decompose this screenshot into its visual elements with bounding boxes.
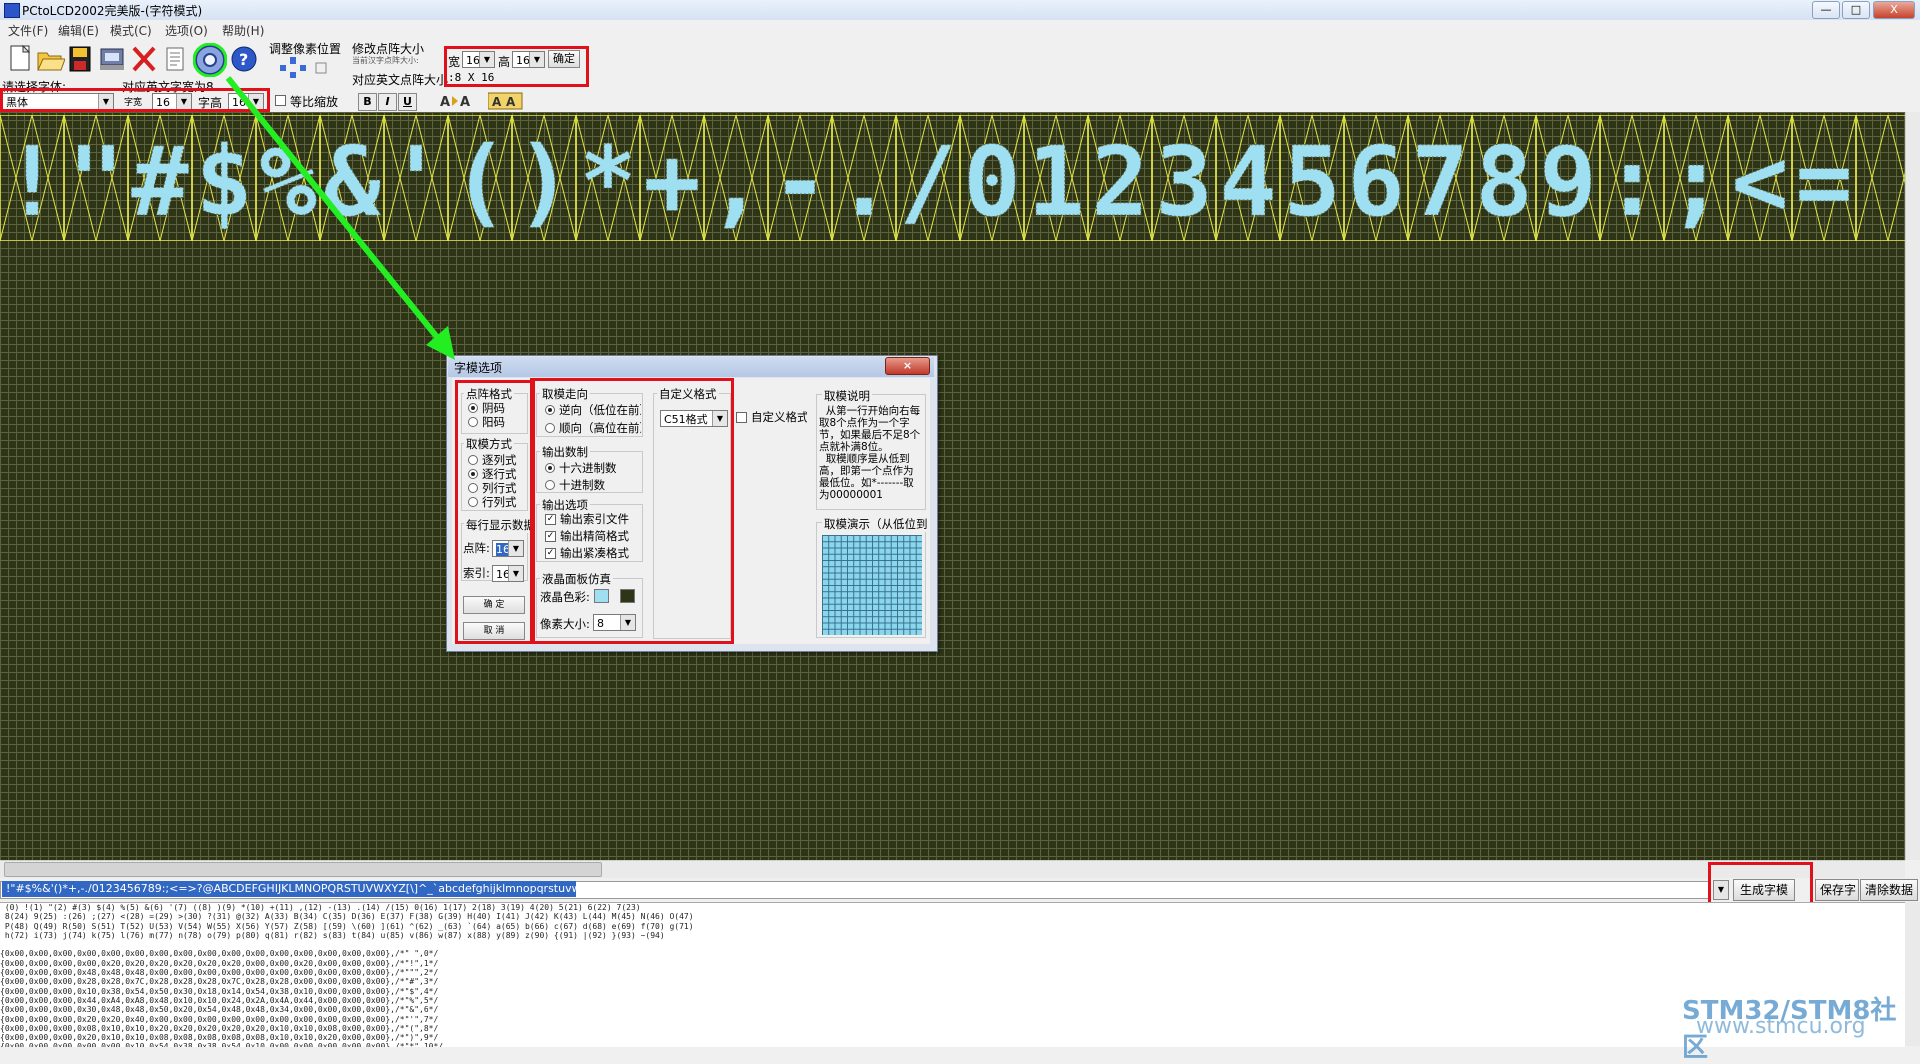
list-icon[interactable] <box>160 42 192 76</box>
preview-char: 1 <box>1027 126 1085 238</box>
underline-button[interactable]: U <box>398 93 417 111</box>
title-bar <box>0 0 1920 21</box>
menu-mode[interactable]: 模式(C) <box>110 22 152 39</box>
watermark-url: www.stmcu.org <box>1696 1014 1866 1039</box>
minimize-button[interactable]: — <box>1812 1 1840 19</box>
help-icon[interactable]: ? <box>228 42 260 76</box>
save-icon[interactable] <box>64 42 96 76</box>
highlight-dialog-left <box>455 380 535 644</box>
export-icon[interactable] <box>96 42 128 76</box>
preview-char: ( <box>451 126 509 238</box>
explanation-text: 从第一行开始向右每取8个点作为一个字节，如果最后不足8个点就补满8位。 取模顺序… <box>819 405 921 501</box>
highlight-font-box <box>0 88 270 112</box>
preview-char: ) <box>515 126 573 238</box>
save-font-button[interactable]: 保存字模 <box>1815 879 1859 901</box>
preview-char: ' <box>387 126 445 238</box>
dialog-title-bar <box>448 357 934 377</box>
svg-text:A: A <box>460 95 470 110</box>
svg-text:A: A <box>440 95 450 110</box>
explanation-title: 取模说明 <box>822 388 872 404</box>
preview-char: . <box>835 126 893 238</box>
adjust-pixel-arrows[interactable] <box>276 57 336 79</box>
menu-bar <box>0 20 1920 39</box>
open-icon[interactable] <box>34 42 66 76</box>
preview-char: 0 <box>963 126 1021 238</box>
preview-char: 3 <box>1155 126 1213 238</box>
preview-char: 4 <box>1219 126 1277 238</box>
custom-format-checkbox[interactable] <box>736 412 747 423</box>
app-icon <box>4 3 20 18</box>
preview-char: / <box>899 126 957 238</box>
clear-data-button[interactable]: 清除数据 <box>1860 879 1918 901</box>
preview-char: + <box>643 126 701 238</box>
bold-button[interactable]: B <box>358 93 377 111</box>
delete-icon[interactable] <box>128 42 160 76</box>
svg-text:A: A <box>492 95 502 109</box>
preview-char: * <box>579 126 637 238</box>
close-button[interactable]: X <box>1873 1 1915 19</box>
window-title: PCtoLCD2002完美版-(字符模式) <box>22 4 203 18</box>
preview-char: - <box>771 126 829 238</box>
horizontal-scrollbar-thumb[interactable] <box>4 862 602 877</box>
preview-char: " <box>67 126 125 238</box>
maximize-button[interactable]: □ <box>1842 1 1870 19</box>
preview-char: 7 <box>1411 126 1469 238</box>
modify-size-hint: 当前汉字点阵大小: <box>352 56 419 65</box>
rotate-icon[interactable]: AA <box>440 92 480 110</box>
preview-char: 9 <box>1539 126 1597 238</box>
menu-edit[interactable]: 编辑(E) <box>58 22 99 39</box>
svg-text:A: A <box>506 95 516 109</box>
char-input-text[interactable]: !"#$%&'()*+,-./0123456789:;<=>?@ABCDEFGH… <box>2 881 576 897</box>
demo-title: 取模演示（从低位到高位） <box>822 516 928 532</box>
preview-char: ! <box>3 126 61 238</box>
preview-char: = <box>1795 126 1853 238</box>
preview-char: # <box>131 126 189 238</box>
preview-char: 8 <box>1475 126 1533 238</box>
preview-char: & <box>323 126 381 238</box>
vertical-scrollbar[interactable] <box>1905 112 1920 860</box>
char-cell[interactable] <box>1855 115 1905 241</box>
custom-format-checkbox-label: 自定义格式 <box>751 410 807 424</box>
menu-file[interactable]: 文件(F) <box>8 22 48 39</box>
new-icon[interactable] <box>4 42 36 76</box>
svg-text:?: ? <box>239 50 248 69</box>
menu-help[interactable]: 帮助(H) <box>222 22 264 39</box>
preview-char: : <box>1603 126 1661 238</box>
dialog-close-button[interactable]: × <box>885 357 930 375</box>
preview-char: % <box>259 126 317 238</box>
english-size-label: 对应英文点阵大小 <box>352 73 449 87</box>
preview-char: $ <box>195 126 253 238</box>
preview-char: 5 <box>1283 126 1341 238</box>
proportional-label: 等比缩放 <box>290 95 339 109</box>
demo-grid <box>822 535 922 635</box>
char-preview-strip: ! " # $% & '() * +, -./0 1 2 3 4 5 6 7 8 9:; < = <box>0 115 1905 241</box>
mirror-icon[interactable]: AA <box>487 92 524 110</box>
preview-char: ; <box>1667 126 1725 238</box>
proportional-checkbox[interactable] <box>275 95 286 106</box>
italic-button[interactable]: I <box>378 93 397 111</box>
options-gear-icon[interactable] <box>192 42 228 78</box>
dialog-title: 字模选项 <box>454 361 503 375</box>
menu-options[interactable]: 选项(O) <box>165 22 208 39</box>
preview-char: 2 <box>1091 126 1149 238</box>
preview-char: < <box>1731 126 1789 238</box>
adjust-pixel-label: 调整像素位置 <box>269 42 342 56</box>
highlight-dialog-middle <box>530 378 734 644</box>
preview-char: 6 <box>1347 126 1405 238</box>
preview-char: , <box>707 126 765 238</box>
output-textarea[interactable]: (0) !(1) "(2) #(3) $(4) %(5) &(6) '(7) (… <box>0 902 1905 1047</box>
highlight-size-box <box>444 46 589 87</box>
